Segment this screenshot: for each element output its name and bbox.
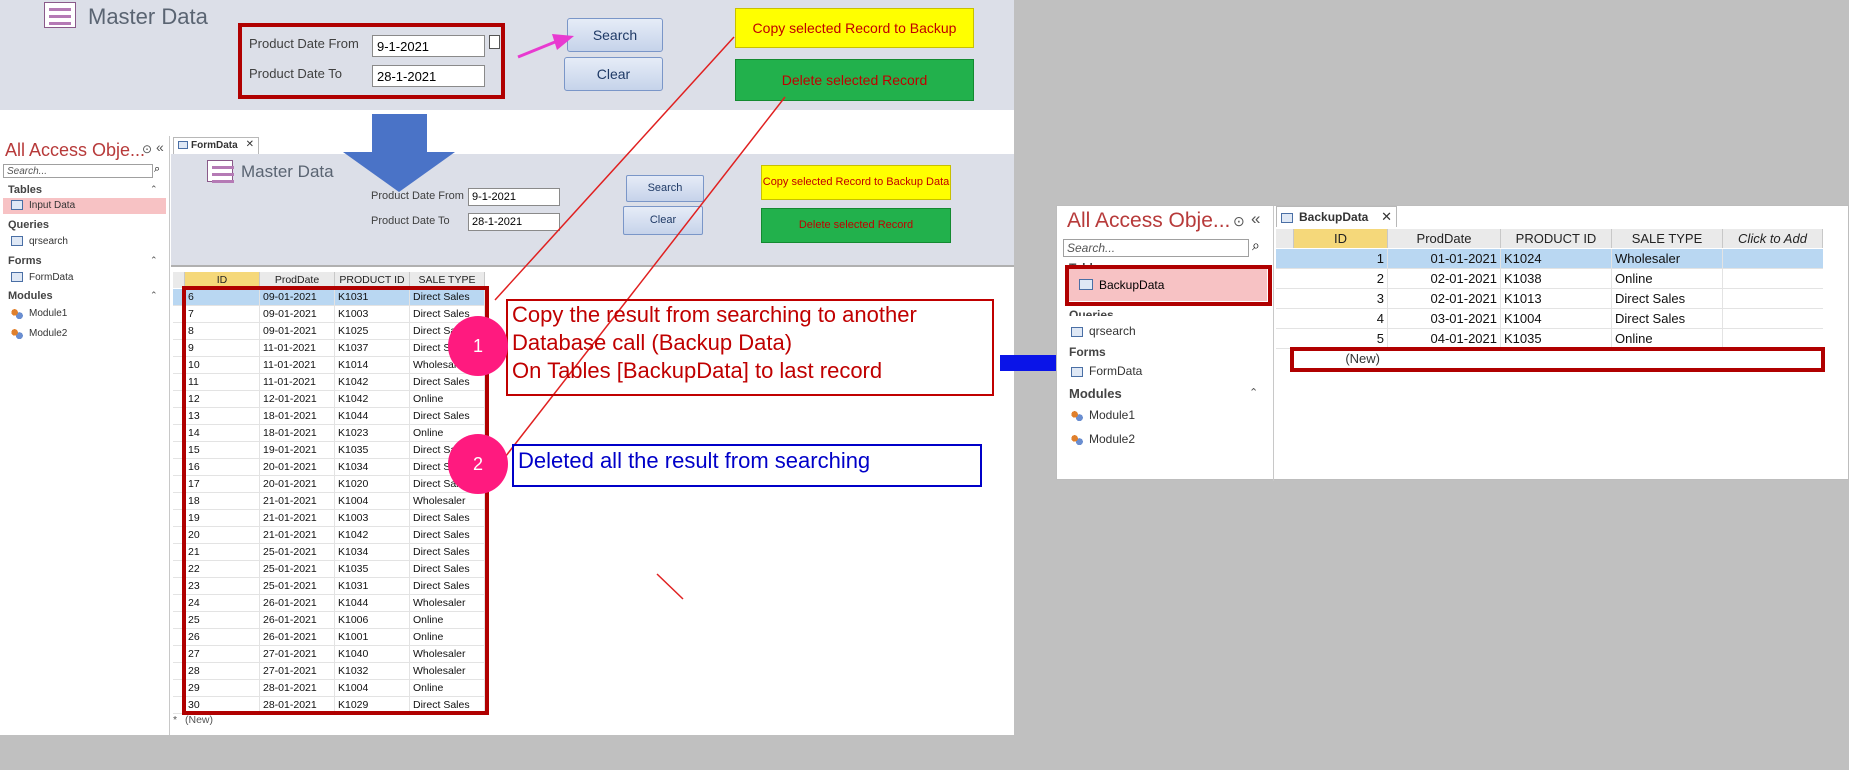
table-cell[interactable]: 4 [1294,309,1388,329]
pink-pointer-line [517,40,556,59]
table-cell[interactable]: K1013 [1501,289,1612,309]
nav-group-modules[interactable]: Modules [1069,386,1122,401]
search-icon[interactable]: ⌕ [1252,237,1260,254]
table-cell[interactable]: Online [1612,269,1723,289]
nav-group-forms[interactable]: Forms [1069,345,1106,359]
column-header-id[interactable]: ID [1294,229,1388,248]
right-nav-pane: All Access Obje... ⊙ « Search... ⌕ Table… [1057,206,1274,481]
step1-line3: On Tables [BackupData] to last record [512,358,883,383]
query-icon [1071,326,1083,337]
backupdata-highlight [1065,265,1272,306]
connector-line-1 [494,36,735,301]
form-icon [1071,366,1083,377]
nav-item-qrsearch[interactable]: qrsearch [1071,324,1136,338]
step1-badge: 1 [448,316,508,376]
step2-text: Deleted all the result from searching [518,448,871,473]
collapse-icon[interactable]: ⌃ [1249,386,1258,399]
table-cell[interactable]: K1035 [1501,329,1612,349]
right-access-window: All Access Obje... ⊙ « Search... ⌕ Table… [1056,205,1849,481]
table-cell[interactable]: Online [1612,329,1723,349]
table-cell[interactable]: 2 [1294,269,1388,289]
table-cell[interactable]: 02-01-2021 [1388,289,1501,309]
table-row[interactable]: 3 02-01-2021 K1013 Direct Sales [1276,289,1823,309]
table-cell[interactable]: 01-01-2021 [1388,249,1501,269]
table-cell[interactable]: 1 [1294,249,1388,269]
step2-badge: 2 [448,434,508,494]
module-icon [1071,434,1083,446]
nav-group-queries[interactable]: Queries [1069,308,1114,316]
column-header-sale-type[interactable]: SALE TYPE [1612,229,1723,248]
column-header-product-id[interactable]: PRODUCT ID [1501,229,1612,248]
step1-line2: Database call (Backup Data) [512,330,793,355]
table-cell[interactable]: 03-01-2021 [1388,309,1501,329]
nav-item-formdata[interactable]: FormData [1071,364,1142,378]
table-cell[interactable]: 02-01-2021 [1388,269,1501,289]
table-cell[interactable]: K1038 [1501,269,1612,289]
table-cell[interactable]: 3 [1294,289,1388,309]
nav-item-module2[interactable]: Module2 [1071,432,1135,446]
nav-item-module1[interactable]: Module1 [1071,408,1135,422]
nav-search-input[interactable]: Search... [1063,239,1249,257]
step1-line1: Copy the result from searching to anothe… [512,302,917,327]
shutter-bar-icon[interactable]: « [1251,209,1260,229]
table-row[interactable]: 5 04-01-2021 K1035 Online [1276,329,1823,349]
tab-backupdata[interactable]: BackupData ✕ [1276,206,1397,227]
column-header-click-to-add[interactable]: Click to Add [1723,229,1823,248]
table-icon [1281,212,1293,223]
row-selector-header[interactable] [1276,229,1294,248]
table-cell[interactable]: Wholesaler [1612,249,1723,269]
nav-menu-icon[interactable]: ⊙ [1233,213,1245,230]
table-row[interactable]: 4 03-01-2021 K1004 Direct Sales [1276,309,1823,329]
nav-title: All Access Obje... [1067,209,1231,232]
table-cell[interactable]: Direct Sales [1612,289,1723,309]
table-cell[interactable]: 04-01-2021 [1388,329,1501,349]
column-header-proddate[interactable]: ProdDate [1388,229,1501,248]
module-icon [1071,410,1083,422]
table-row[interactable]: 2 02-01-2021 K1038 Online [1276,269,1823,289]
close-icon[interactable]: ✕ [1381,209,1392,225]
table-cell[interactable]: 5 [1294,329,1388,349]
new-row-highlight [1290,347,1825,372]
table-cell[interactable]: K1004 [1501,309,1612,329]
connector-line-2 [494,96,786,471]
table-cell[interactable]: K1024 [1501,249,1612,269]
pink-pointer-head [552,34,574,50]
down-arrow [343,114,455,192]
stray-mark [656,573,684,600]
table-cell[interactable]: Direct Sales [1612,309,1723,329]
table-row[interactable]: 1 01-01-2021 K1024 Wholesaler [1276,249,1823,269]
